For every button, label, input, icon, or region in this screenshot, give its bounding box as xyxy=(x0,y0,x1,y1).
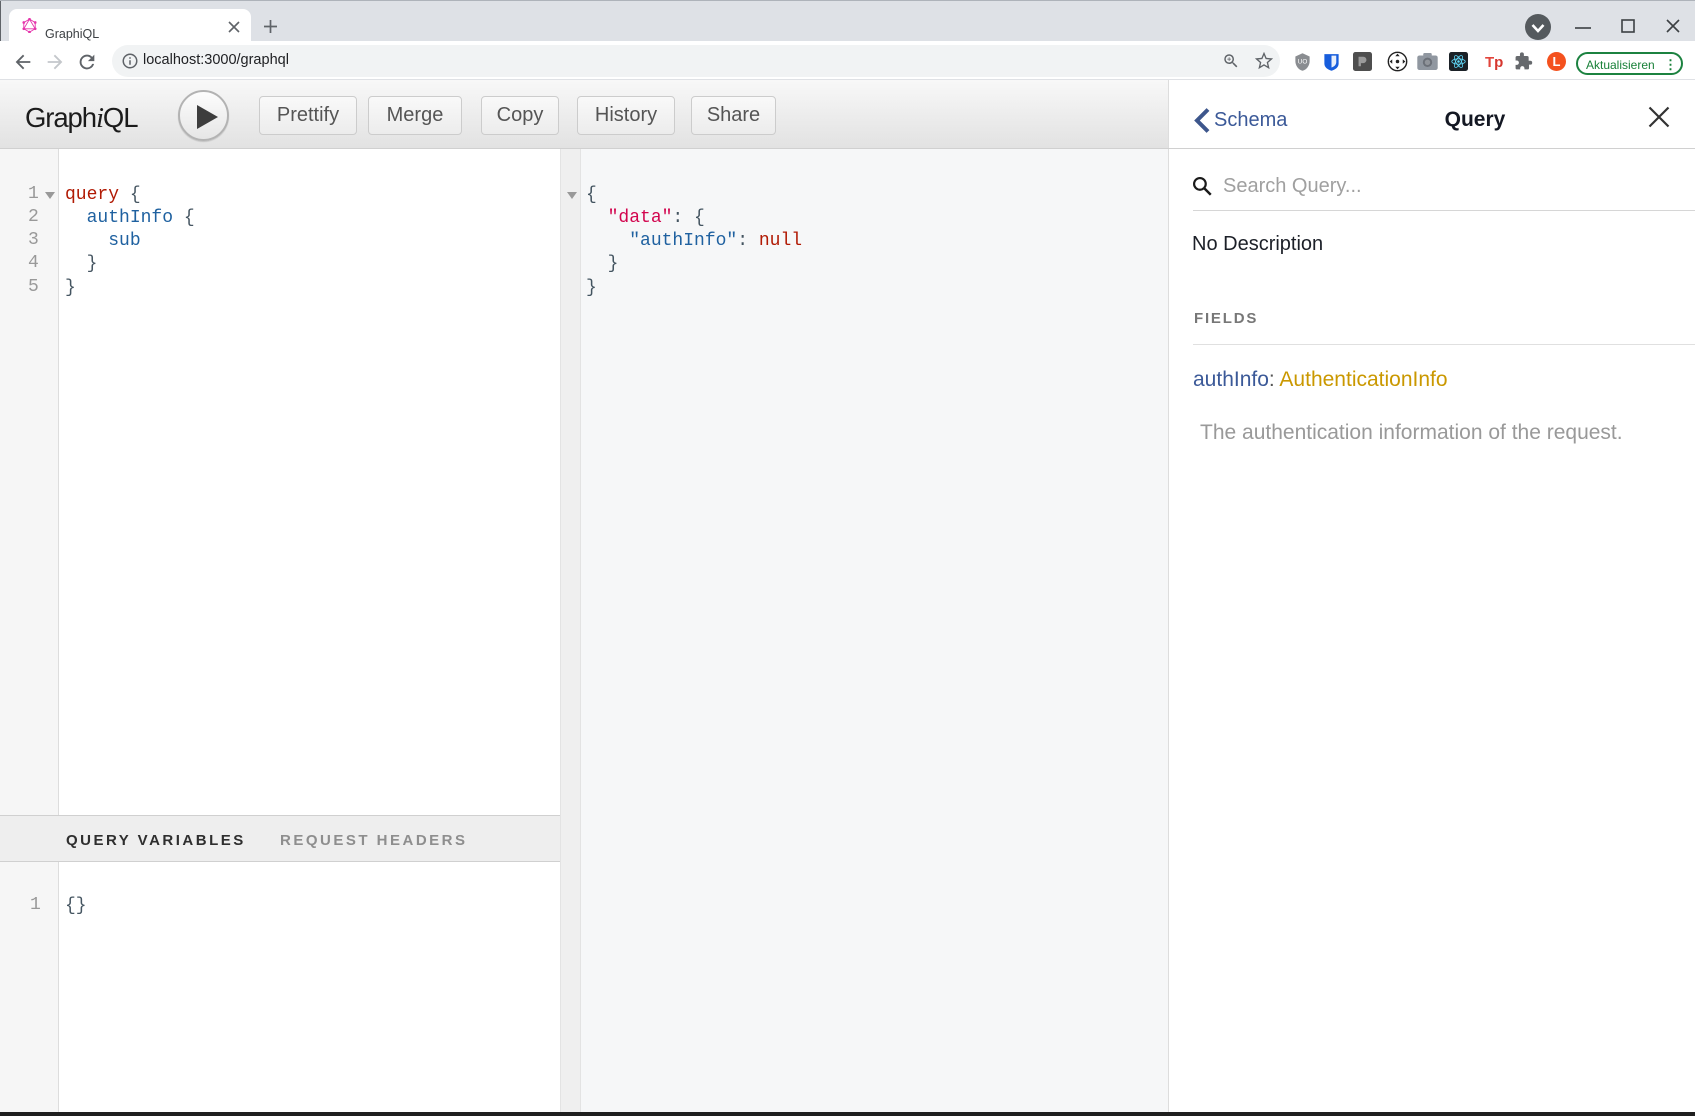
svg-text:UO: UO xyxy=(1298,59,1308,66)
